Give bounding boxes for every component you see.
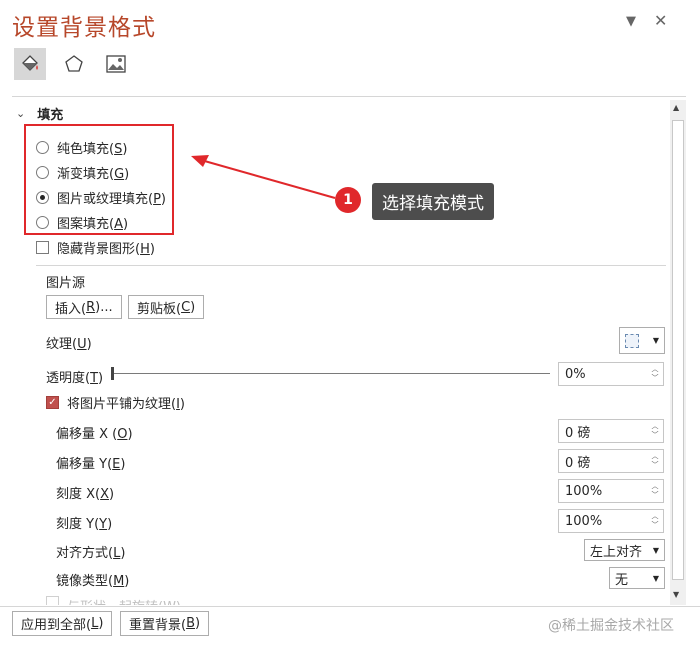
spinner-arrows-icon[interactable]: ︿ ﹀	[649, 452, 661, 470]
section-divider	[36, 265, 666, 266]
fill-section-label: 填充	[37, 108, 64, 123]
checkbox[interactable]	[46, 596, 59, 605]
scroll-down-arrow-icon[interactable]: ▼	[673, 590, 679, 599]
transparency-input[interactable]: 0% ︿ ﹀	[558, 362, 664, 386]
insert-button[interactable]: 插入(R)...	[46, 295, 122, 319]
pentagon-icon	[65, 55, 83, 72]
fill-section-header[interactable]: ⌄ 填充	[16, 104, 63, 123]
fill-and-line-tab[interactable]	[14, 48, 46, 80]
scale-y-input[interactable]: 100% ︿ ﹀	[558, 509, 664, 533]
offset-y-input[interactable]: 0 磅 ︿ ﹀	[558, 449, 664, 473]
offset-x-label: 偏移量 X (O)	[56, 427, 133, 442]
vertical-scrollbar[interactable]: ▲ ▼	[670, 100, 686, 605]
transparency-slider-thumb[interactable]	[111, 367, 114, 380]
alignment-select[interactable]: 左上对齐 ▼	[584, 539, 665, 561]
scroll-up-arrow-icon[interactable]: ▲	[673, 103, 679, 112]
spinner-arrows-icon[interactable]: ︿ ﹀	[649, 482, 661, 500]
texture-label: 纹理(U)	[46, 337, 92, 352]
checkbox[interactable]	[36, 241, 49, 254]
chevron-down-icon[interactable]: ▼	[626, 14, 636, 29]
picture-tab[interactable]	[100, 48, 132, 80]
mirror-type-label: 镜像类型(M)	[56, 574, 130, 589]
mirror-type-select[interactable]: 无 ▼	[609, 567, 665, 589]
offset-x-input[interactable]: 0 磅 ︿ ﹀	[558, 419, 664, 443]
dropdown-arrow-icon: ▼	[652, 573, 659, 583]
hide-background-graphics-checkbox[interactable]: 隐藏背景图形(H)	[36, 238, 155, 257]
chevron-down-icon: ⌄	[16, 107, 26, 120]
transparency-slider-track[interactable]	[112, 373, 550, 374]
scale-x-label: 刻度 X(X)	[56, 487, 115, 502]
close-icon[interactable]: ✕	[654, 11, 667, 30]
checkbox-checked[interactable]: ✓	[46, 396, 59, 409]
paint-bucket-icon	[22, 55, 38, 71]
callout-label: 选择填充模式	[372, 183, 494, 220]
watermark: @稀土掘金技术社区	[548, 618, 674, 634]
pane-title: 设置背景格式	[12, 15, 156, 41]
annotation-arrow	[191, 155, 336, 199]
picture-source-label: 图片源	[46, 276, 86, 291]
scale-x-input[interactable]: 100% ︿ ﹀	[558, 479, 664, 503]
image-icon	[106, 55, 126, 73]
texture-picker[interactable]: ▼	[619, 327, 665, 354]
dropdown-arrow-icon: ▼	[652, 336, 659, 345]
clipboard-button[interactable]: 剪贴板(C)	[128, 295, 205, 319]
texture-swatch-icon	[625, 333, 639, 348]
reset-background-button[interactable]: 重置背景(B)	[120, 611, 210, 636]
dropdown-arrow-icon: ▼	[652, 545, 659, 555]
apply-to-all-button[interactable]: 应用到全部(L)	[12, 611, 113, 636]
spinner-arrows-icon[interactable]: ︿ ﹀	[649, 422, 661, 440]
tab-divider	[12, 96, 686, 97]
footer-divider	[0, 606, 700, 607]
tile-picture-checkbox[interactable]: ✓ 将图片平铺为纹理(I)	[46, 393, 185, 412]
scrollbar-thumb[interactable]	[672, 120, 684, 580]
effects-tab[interactable]	[58, 48, 90, 80]
alignment-label: 对齐方式(L)	[56, 546, 126, 561]
scale-y-label: 刻度 Y(Y)	[56, 517, 113, 532]
highlight-box	[24, 124, 174, 235]
transparency-label: 透明度(T)	[46, 371, 104, 386]
offset-y-label: 偏移量 Y(E)	[56, 457, 126, 472]
spinner-arrows-icon[interactable]: ︿ ﹀	[649, 365, 661, 383]
spinner-arrows-icon[interactable]: ︿ ﹀	[649, 512, 661, 530]
step-badge: 1	[335, 187, 361, 213]
rotate-with-shape-checkbox[interactable]: 与形状一起旋转(W)	[46, 596, 181, 605]
